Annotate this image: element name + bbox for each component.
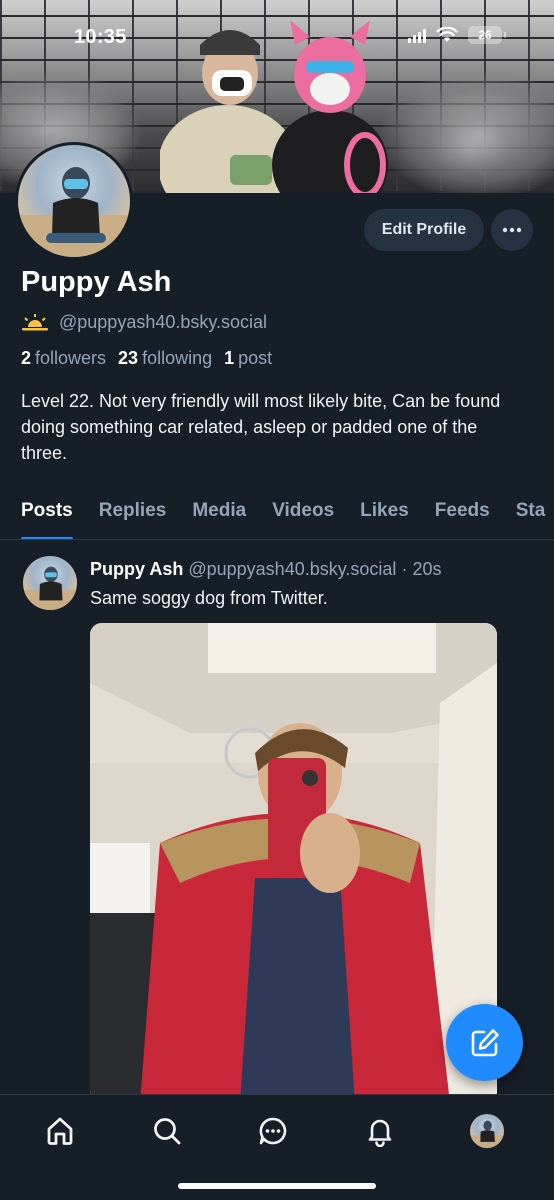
- status-icons: 26: [408, 26, 506, 44]
- status-time: 10:35: [74, 26, 127, 48]
- post-photo: [90, 623, 497, 1103]
- tab-starter-packs[interactable]: Sta: [503, 490, 554, 539]
- home-icon: [47, 1117, 73, 1145]
- profile-bio: Level 22. Not very friendly will most li…: [21, 391, 501, 463]
- tab-posts[interactable]: Posts: [0, 490, 86, 539]
- post-separator: ·: [401, 559, 408, 579]
- edit-profile-button[interactable]: Edit Profile: [364, 209, 484, 251]
- profile-stats: 2 followers 23 following 1 post: [21, 348, 272, 369]
- posts-count: 1: [224, 348, 235, 368]
- profile-avatar[interactable]: [15, 142, 133, 260]
- home-indicator: [178, 1183, 376, 1189]
- tab-replies[interactable]: Replies: [86, 490, 180, 539]
- post-text: Same soggy dog from Twitter.: [90, 588, 328, 608]
- avatar-image: [18, 167, 130, 257]
- sunrise-icon: [22, 313, 48, 330]
- nav-profile-avatar[interactable]: [470, 1114, 504, 1148]
- compose-icon: [471, 1028, 499, 1056]
- battery-level: 26: [478, 28, 492, 42]
- nav-avatar-image: [470, 1120, 504, 1148]
- bell-icon: [368, 1119, 392, 1147]
- followers-label: followers: [35, 348, 107, 368]
- nav-search[interactable]: [147, 1113, 187, 1149]
- wifi-icon: [436, 27, 458, 42]
- tab-videos[interactable]: Videos: [259, 490, 347, 539]
- followers-count: 2: [21, 348, 32, 368]
- tab-feeds[interactable]: Feeds: [422, 490, 503, 539]
- post-author-name[interactable]: Puppy Ash: [90, 559, 183, 579]
- post-header: Puppy Ash @puppyash40.bsky.social · 20s: [90, 559, 441, 580]
- tab-likes[interactable]: Likes: [347, 490, 422, 539]
- ellipsis-icon: [502, 227, 522, 233]
- handle-row: @puppyash40.bsky.social: [21, 312, 267, 333]
- posts-stat: 1 post: [224, 348, 272, 369]
- post-avatar-image: [23, 566, 77, 610]
- followers-link[interactable]: 2 followers: [21, 348, 106, 369]
- profile-handle[interactable]: @puppyash40.bsky.social: [59, 312, 267, 333]
- following-link[interactable]: 23 following: [118, 348, 212, 369]
- search-icon: [154, 1118, 181, 1145]
- post-image[interactable]: [90, 623, 497, 1103]
- nav-chat[interactable]: [253, 1113, 293, 1149]
- posts-label: post: [238, 348, 273, 368]
- nav-notifications[interactable]: [360, 1113, 400, 1149]
- status-bar: 10:35 26: [0, 0, 554, 70]
- following-label: following: [142, 348, 213, 368]
- more-options-button[interactable]: [491, 209, 533, 251]
- post-author-avatar[interactable]: [23, 556, 77, 610]
- following-count: 23: [118, 348, 139, 368]
- nav-home[interactable]: [40, 1113, 80, 1149]
- post-author-handle[interactable]: @puppyash40.bsky.social: [188, 559, 396, 579]
- compose-post-button[interactable]: [446, 1004, 523, 1081]
- battery-icon: 26: [468, 26, 506, 44]
- display-name: Puppy Ash: [21, 266, 172, 298]
- profile-tabs: Posts Replies Media Videos Likes Feeds S…: [0, 490, 554, 540]
- tab-media[interactable]: Media: [179, 490, 259, 539]
- post-timestamp[interactable]: 20s: [412, 559, 441, 579]
- signal-icon: [408, 27, 426, 43]
- chat-icon: [259, 1117, 287, 1145]
